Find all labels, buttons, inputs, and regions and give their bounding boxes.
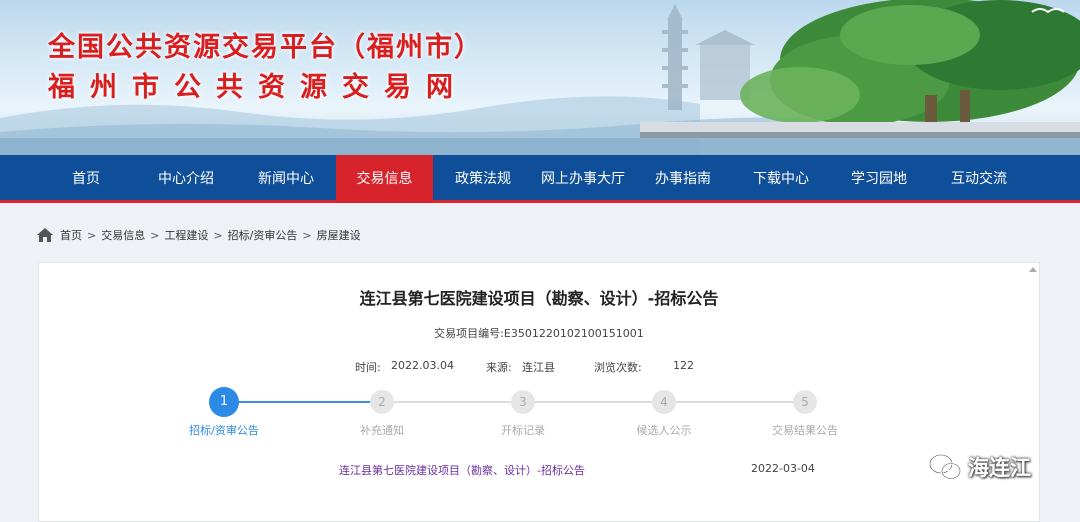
watermark-text: 海连江 xyxy=(968,456,1031,480)
nav-item-online-hall[interactable]: 网上办事大厅 xyxy=(533,155,633,203)
tree-illustration xyxy=(740,0,1080,130)
step-1-label[interactable]: 招标/资审公告 xyxy=(164,422,284,438)
breadcrumb-separator: > xyxy=(150,228,160,242)
nav-item-learning[interactable]: 学习园地 xyxy=(829,155,929,203)
article-title: 连江县第七医院建设项目（勘察、设计）-招标公告 xyxy=(359,289,719,308)
banner-title-line2: 福州市公共资源交易网 xyxy=(48,72,468,103)
nav-item-download[interactable]: 下载中心 xyxy=(733,155,829,203)
home-icon[interactable] xyxy=(36,227,54,243)
source-label: 来源: xyxy=(486,361,512,374)
step-2-label[interactable]: 补充通知 xyxy=(322,422,442,438)
breadcrumb-engineering[interactable]: 工程建设 xyxy=(164,227,208,243)
views-label: 浏览次数: xyxy=(594,361,642,374)
nav-item-interaction[interactable]: 互动交流 xyxy=(929,155,1029,203)
source-value: 连江县 xyxy=(522,361,555,374)
views-value: 122 xyxy=(673,359,694,372)
breadcrumb-building[interactable]: 房屋建设 xyxy=(317,227,361,243)
step-1-dot[interactable]: 1 xyxy=(209,387,239,417)
article-card: 连江县第七医院建设项目（勘察、设计）-招标公告 交易项目编号:E35012201… xyxy=(38,262,1040,522)
step-4-label[interactable]: 候选人公示 xyxy=(604,422,724,438)
breadcrumb-tender-notice[interactable]: 招标/资审公告 xyxy=(228,227,298,243)
nav-item-policy[interactable]: 政策法规 xyxy=(433,155,533,203)
notice-date: 2022-03-04 xyxy=(751,462,815,475)
nav-item-about[interactable]: 中心介绍 xyxy=(136,155,236,203)
wechat-watermark: 海连江 xyxy=(928,452,1031,482)
step-connector xyxy=(382,401,523,403)
breadcrumb-trade-info[interactable]: 交易信息 xyxy=(101,227,145,243)
site-banner: 全国公共资源交易平台（福州市） 福州市公共资源交易网 xyxy=(0,0,1080,155)
time-label: 时间: xyxy=(355,361,381,374)
step-5-dot[interactable]: 5 xyxy=(793,390,817,414)
time-value: 2022.03.04 xyxy=(391,359,454,372)
breadcrumb-separator: > xyxy=(213,228,223,242)
step-connector xyxy=(239,401,382,403)
breadcrumb-separator: > xyxy=(302,228,312,242)
wechat-icon xyxy=(928,453,962,480)
breadcrumb: 首页 > 交易信息 > 工程建设 > 招标/资审公告 > 房屋建设 xyxy=(36,226,361,244)
step-5-label[interactable]: 交易结果公告 xyxy=(745,422,865,438)
process-stepper: 1 2 3 4 5 招标/资审公告 补充通知 开标记录 候选人公示 交易结果公告 xyxy=(39,387,1039,448)
breadcrumb-separator: > xyxy=(87,228,97,242)
step-connector xyxy=(664,401,805,403)
scroll-up-arrow-icon[interactable] xyxy=(1029,267,1037,272)
nav-item-home[interactable]: 首页 xyxy=(36,155,136,203)
step-4-dot[interactable]: 4 xyxy=(652,390,676,414)
step-3-dot[interactable]: 3 xyxy=(511,390,535,414)
nav-item-guide[interactable]: 办事指南 xyxy=(633,155,733,203)
main-nav: 首页 中心介绍 新闻中心 交易信息 政策法规 网上办事大厅 办事指南 下载中心 … xyxy=(0,155,1080,203)
breadcrumb-home[interactable]: 首页 xyxy=(60,227,82,243)
step-2-dot[interactable]: 2 xyxy=(370,390,394,414)
banner-title-line1: 全国公共资源交易平台（福州市） xyxy=(48,32,483,63)
step-connector xyxy=(523,401,664,403)
project-code: 交易项目编号:E3501220102100151001 xyxy=(434,327,644,340)
nav-item-trade-info[interactable]: 交易信息 xyxy=(336,155,433,203)
nav-item-news[interactable]: 新闻中心 xyxy=(236,155,336,203)
notice-link[interactable]: 连江县第七医院建设项目（勘察、设计）-招标公告 xyxy=(339,462,585,478)
step-3-label[interactable]: 开标记录 xyxy=(463,422,583,438)
